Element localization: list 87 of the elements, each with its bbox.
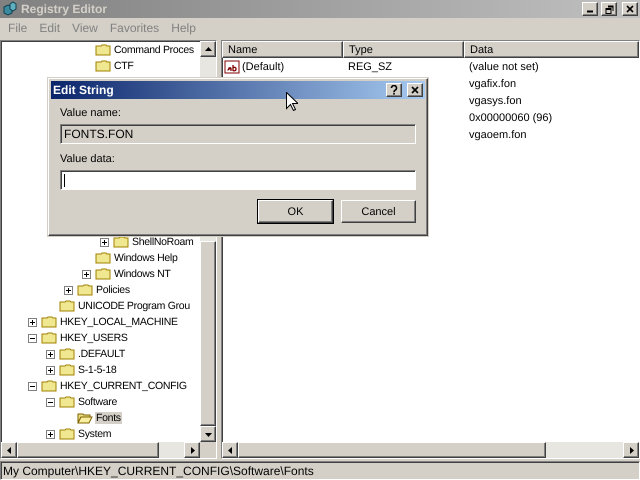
column-header[interactable]: Name — [222, 41, 343, 58]
tree-item[interactable]: Windows Help — [113, 252, 179, 264]
up-arrow-icon — [204, 46, 212, 52]
right-arrow-icon — [628, 446, 634, 454]
folder-icon — [95, 42, 111, 58]
table-cell: (value not set) — [469, 60, 539, 72]
tree-item[interactable]: .DEFAULT — [77, 348, 126, 360]
scroll-right-button[interactable] — [184, 442, 200, 458]
tree-item[interactable]: Windows NT — [113, 268, 172, 280]
string-value-icon — [224, 58, 240, 74]
mouse-cursor-icon — [286, 92, 298, 111]
folder-icon — [113, 234, 129, 250]
dialog-button[interactable]: Cancel — [341, 200, 416, 223]
folder-icon — [41, 378, 57, 394]
folder-icon — [95, 250, 111, 266]
tree-item[interactable]: Software — [77, 396, 118, 408]
scroll-thumb[interactable] — [17, 442, 160, 458]
down-arrow-icon — [204, 430, 212, 438]
scroll-down-button[interactable] — [200, 426, 216, 442]
close-button[interactable] — [407, 83, 423, 97]
table-cell: vgafix.fon — [469, 78, 516, 90]
table-cell: REG_SZ — [348, 60, 392, 72]
minimize-button[interactable] — [582, 2, 598, 16]
scroll-thumb[interactable] — [238, 442, 546, 458]
folder-icon — [59, 426, 75, 442]
collapse-icon[interactable] — [28, 382, 36, 390]
scrollbar-corner — [200, 442, 216, 458]
scroll-left-button[interactable] — [222, 442, 238, 458]
folder-icon — [41, 314, 57, 330]
tree-item[interactable]: Fonts — [95, 412, 122, 424]
dialog-title: Edit String — [53, 83, 115, 97]
table-cell: 0x00000060 (96) — [469, 112, 552, 124]
scroll-right-button[interactable] — [623, 442, 639, 458]
tree-item[interactable]: CTF — [113, 60, 135, 72]
table-cell: vgasys.fon — [469, 94, 522, 106]
left-arrow-icon — [226, 446, 234, 454]
folder-icon — [59, 394, 75, 410]
folder-icon — [77, 282, 93, 298]
tree-item[interactable]: ShellNoRoam — [131, 236, 194, 248]
expand-icon[interactable] — [46, 366, 54, 374]
restore-button[interactable] — [601, 2, 617, 16]
collapse-icon[interactable] — [28, 334, 36, 342]
column-header[interactable]: Type — [343, 41, 464, 58]
scroll-up-button[interactable] — [200, 41, 216, 57]
tree-item[interactable]: UNICODE Program Grou — [77, 300, 191, 312]
folder-icon — [59, 298, 75, 314]
folder-icon — [41, 330, 57, 346]
tree-item[interactable]: HKEY_USERS — [59, 332, 129, 344]
column-header[interactable]: Data — [464, 41, 639, 58]
tree-item[interactable]: HKEY_LOCAL_MACHINE — [59, 316, 179, 328]
registry-icon — [2, 1, 18, 17]
folder-icon — [59, 362, 75, 378]
right-arrow-icon — [188, 446, 196, 454]
help-icon — [390, 85, 398, 95]
table-cell: vgaoem.fon — [469, 128, 526, 140]
left-arrow-icon — [6, 446, 12, 454]
expand-icon[interactable] — [46, 430, 54, 438]
expand-icon[interactable] — [82, 270, 90, 278]
tree-item[interactable]: System — [77, 428, 112, 440]
expand-icon[interactable] — [100, 238, 108, 246]
expand-icon[interactable] — [28, 318, 36, 326]
field-label: Value name: — [60, 107, 122, 119]
horizontal-scrollbar[interactable] — [1, 442, 216, 458]
input-field[interactable] — [60, 170, 416, 190]
expand-icon[interactable] — [64, 286, 72, 294]
tree-item[interactable]: Command Proces — [113, 44, 195, 56]
tree-item[interactable]: HKEY_CURRENT_CONFIG — [59, 380, 188, 392]
dialog-button[interactable]: OK — [258, 200, 333, 223]
field-label: Value data: — [60, 153, 116, 165]
folder-icon — [59, 346, 75, 362]
scroll-left-button[interactable] — [1, 442, 17, 458]
status-text: My Computer\HKEY_CURRENT_CONFIG\Software\Fonts — [3, 464, 314, 478]
scroll-thumb[interactable] — [200, 240, 216, 426]
tree-item[interactable]: S-1-5-18 — [77, 364, 118, 376]
close-button[interactable] — [622, 2, 638, 16]
window-title: Registry Editor — [21, 2, 108, 16]
close-icon — [411, 86, 419, 94]
folder-icon — [95, 266, 111, 282]
expand-icon[interactable] — [46, 350, 54, 358]
help-button[interactable] — [386, 83, 402, 97]
tree-item[interactable]: Policies — [95, 284, 131, 296]
horizontal-scrollbar[interactable] — [222, 442, 639, 458]
close-icon — [626, 5, 634, 13]
restore-icon — [604, 4, 614, 14]
collapse-icon[interactable] — [46, 398, 54, 406]
table-cell: (Default) — [242, 60, 284, 72]
folder-icon — [95, 58, 111, 74]
